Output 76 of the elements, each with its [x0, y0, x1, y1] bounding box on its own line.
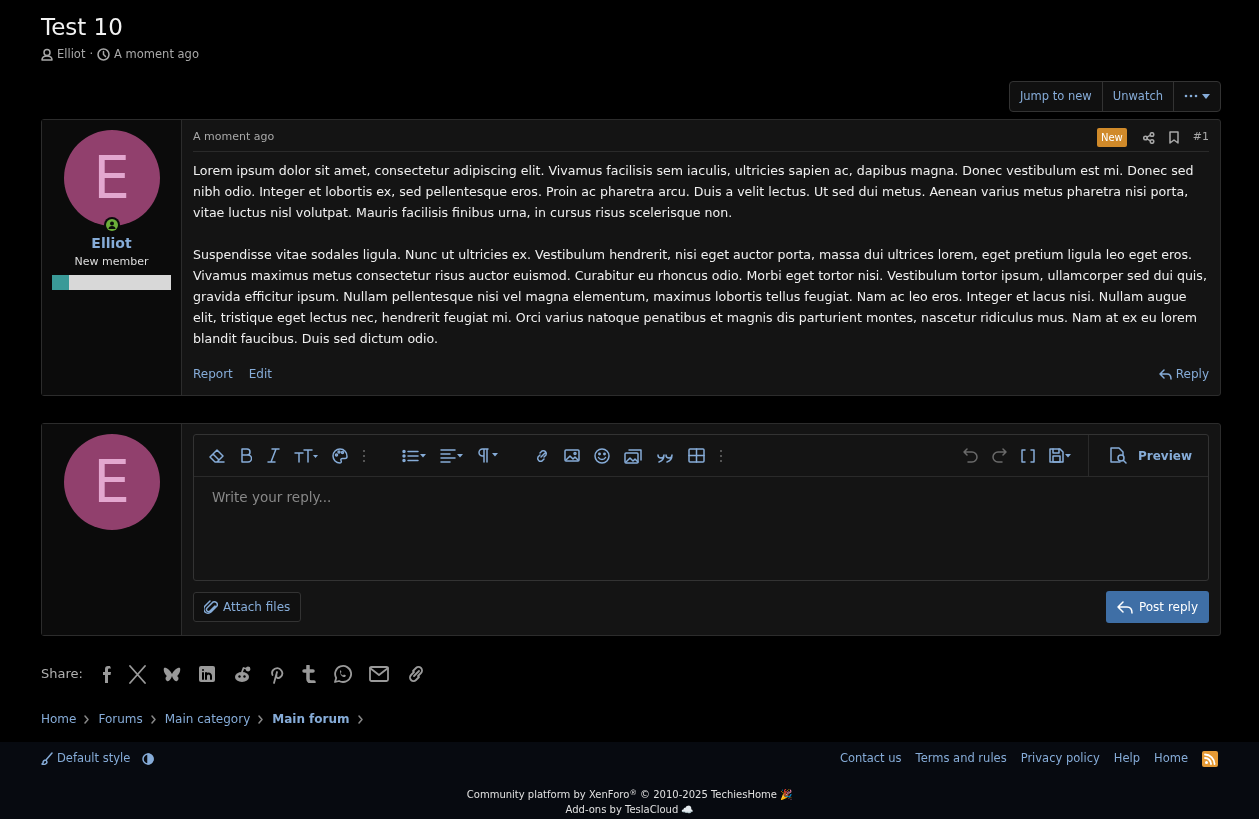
thread-title: Test 10: [41, 14, 124, 42]
media-icon[interactable]: [624, 447, 642, 464]
alien-icon[interactable]: [232, 665, 251, 683]
chevron-right-icon: [84, 714, 91, 724]
smiley-icon[interactable]: [594, 447, 610, 464]
align-icon[interactable]: [440, 447, 463, 464]
style-chooser-link[interactable]: Default style: [41, 750, 131, 768]
preview-button[interactable]: Preview: [1088, 434, 1208, 477]
eraser-icon[interactable]: [209, 448, 225, 464]
user-title: New member: [74, 254, 149, 271]
post-number-link[interactable]: #1: [1192, 129, 1209, 146]
table-icon[interactable]: [688, 448, 705, 464]
report-link[interactable]: Report: [193, 365, 233, 384]
footer-link[interactable]: Help: [1113, 750, 1141, 768]
t-letter-icon[interactable]: [300, 665, 316, 684]
footer-link[interactable]: Privacy policy: [1020, 750, 1100, 768]
linkedin-icon[interactable]: [197, 665, 216, 684]
save-draft-icon[interactable]: [1049, 448, 1071, 464]
butterfly-icon[interactable]: [162, 665, 181, 683]
new-badge: New: [1096, 128, 1127, 148]
thread-time: A moment ago: [114, 45, 199, 63]
copyright-text: Community platform by XenForo$^{®}$ © 2010-2025 TechiesHome 🎉: [465, 787, 794, 803]
post-reply-button[interactable]: Post reply: [1105, 591, 1209, 624]
envelope-icon[interactable]: [368, 665, 389, 684]
reply-arrow-icon: [1158, 368, 1172, 381]
share-label: Share:: [41, 665, 83, 684]
user-icon: [41, 47, 53, 61]
footer-link[interactable]: Home: [1154, 750, 1188, 768]
ellipsis-icon: [1184, 93, 1198, 100]
reply-editor[interactable]: Preview Write your reply...: [193, 434, 1209, 582]
vertical-dots-icon[interactable]: [362, 448, 366, 463]
footer-link[interactable]: Contact us: [839, 750, 902, 768]
breadcrumb-link[interactable]: Forums: [98, 710, 143, 729]
unwatch-button[interactable]: Unwatch: [1102, 81, 1174, 112]
username-link[interactable]: Elliot: [91, 233, 132, 255]
contrast-icon[interactable]: [142, 752, 155, 765]
breadcrumb-link[interactable]: Home: [41, 710, 77, 729]
caret-icon: [1202, 93, 1210, 99]
image-icon[interactable]: [564, 448, 580, 464]
edit-link[interactable]: Edit: [248, 365, 273, 384]
vertical-dots-icon[interactable]: [719, 448, 723, 463]
reply-arrow-icon: [1116, 600, 1133, 615]
rss-icon[interactable]: [1202, 750, 1218, 767]
paragraph-icon[interactable]: [477, 448, 498, 464]
undo-icon[interactable]: [963, 448, 978, 464]
text-size-icon[interactable]: [294, 448, 318, 464]
breadcrumb-link[interactable]: Main category: [164, 710, 251, 729]
share-icon[interactable]: [1142, 131, 1155, 144]
paperclip-icon: [204, 599, 218, 615]
post-paragraph: Suspendisse vitae sodales ligula. Nunc ut ultricies ex. Vestibulum hendrerit, nisi eget auctor porta, massa dui ultrices lorem, eget pretium ligula leo eget eros. Vivamus maximus metus consectetur risus auctor euismod. Curabitur eu rhoncus odio. Morbi eget tortor nisi. Vestibulum tortor ipsum, ullamcorper sed dui quis, gravida efficitur ipsum. Nullam pellentesque nisi vel magna elementum, maximus lobortis tellus feugiat. Nam ac leo eros. Integer et lacus nisi. Nullam augue elit, tristique eget lectus nec, hendrerit feugiat mi. Orci varius natoque penatibus et magnis dis parturient montes, nascetur ridiculus mus. Nam at ex eu lorem blandit faucibus. Duis sed dictum odio.: [193, 246, 1208, 349]
breadcrumb-link[interactable]: Main forum: [272, 710, 350, 729]
post-time: A moment ago: [193, 129, 275, 146]
chat-phone-icon[interactable]: [332, 665, 352, 684]
separator-dot: ·: [89, 45, 94, 63]
bullet-list-icon[interactable]: [402, 448, 426, 463]
chevron-right-icon: [357, 714, 364, 724]
bookmark-icon[interactable]: [1168, 131, 1179, 145]
brackets-icon[interactable]: [1021, 448, 1035, 463]
post-paragraph: Lorem ipsum dolor sit amet, consectetur adipiscing elit. Vivamus facilisis sem iaculis, ultricies sapien ac, dapibus magna. Donec vestibulum est mi. Donec sed nibh odio. Integer et lobortis ex, sed pellentesque eros. Proin ac pharetra arcu. Duis a velit lectus. Ut sed dui metus. Aenean varius metus pharetra nisi porta, vitae luctus nisl volutpat. Mauris facilisis finibus urna, in cursus risus scelerisque non.: [193, 162, 1195, 223]
x-icon[interactable]: [128, 664, 146, 684]
italic-icon[interactable]: [266, 448, 280, 464]
thread-author[interactable]: Elliot: [57, 45, 86, 63]
addons-text: Add-ons by TeslaCloud ☁: [564, 803, 695, 818]
chevron-right-icon: [150, 714, 157, 724]
brush-icon: [41, 752, 53, 766]
redo-icon[interactable]: [992, 448, 1007, 464]
reply-link[interactable]: Reply: [1158, 365, 1209, 384]
bold-icon[interactable]: [239, 448, 252, 464]
palette-icon[interactable]: [332, 447, 348, 464]
attach-files-button[interactable]: Attach files: [193, 592, 302, 623]
chevron-right-icon: [258, 714, 265, 724]
footer-link[interactable]: Terms and rules: [915, 750, 1007, 768]
jump-to-new-button[interactable]: Jump to new: [1009, 81, 1103, 112]
clock-icon: [97, 47, 111, 61]
link-icon[interactable]: [534, 447, 550, 464]
document-search-icon: [1110, 447, 1127, 465]
